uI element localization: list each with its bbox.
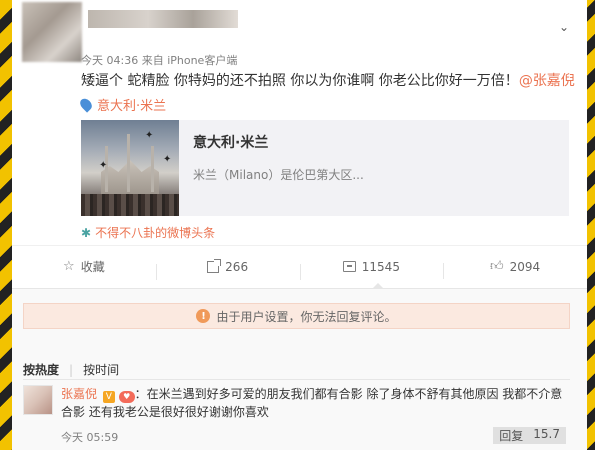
topic-icon: ✱ (81, 225, 92, 240)
post-text: 矮逼个 蛇精脸 你特妈的还不拍照 你以为你谁啊 你老公比你好一万倍！@张嘉倪 (81, 70, 575, 90)
source-label: 不得不八卦的微博头条 (95, 226, 216, 240)
chevron-down-icon[interactable]: ⌄ (559, 20, 569, 34)
milan-cathedral-thumbnail: ✦ ✦ ✦ (81, 120, 179, 216)
repost-count: 266 (225, 259, 249, 274)
action-bar: ☆ 收藏 266 11545 👍︎ 2094 (12, 245, 587, 287)
comment-actions: 回复 15.7 (493, 427, 566, 444)
repost-button[interactable]: 266 (155, 258, 300, 280)
vip-badge-icon: ♥ (118, 391, 135, 403)
comment-text: ：在米兰遇到好多可爱的朋友我们都有合影 除了身体不舒有其他原因 我都不介意合影 … (61, 387, 563, 419)
mention-link[interactable]: @张嘉倪 (519, 73, 575, 89)
favorite-label: 收藏 (80, 260, 105, 274)
source-link[interactable]: ✱ 不得不八卦的微博头条 (81, 224, 215, 241)
verified-badge-icon: V (102, 391, 115, 403)
weibo-post-card: ⌄ 今天 04:36 来自 iPhone客户端 矮逼个 蛇精脸 你特妈的还不拍照… (12, 0, 587, 450)
like-button[interactable]: 👍︎ 2094 (443, 259, 587, 279)
reply-restriction-notice: ! 由于用户设置，你无法回复评论。 (23, 303, 570, 329)
link-card-title: 意大利·米兰 (193, 135, 269, 151)
share-icon (207, 258, 222, 273)
location-pin-icon (77, 96, 95, 113)
favorite-button[interactable]: ☆ 收藏 (12, 258, 156, 275)
link-card-description: 米兰（Milano）是伦巴第大区... (193, 168, 364, 182)
reply-button[interactable]: 回复 (499, 427, 523, 444)
post-body: 矮逼个 蛇精脸 你特妈的还不拍照 你以为你谁啊 你老公比你好一万倍！ (81, 73, 519, 89)
link-card[interactable]: ✦ ✦ ✦ 意大利·米兰 米兰（Milano）是伦巴第大区... (81, 120, 569, 216)
commenter-name[interactable]: 张嘉倪 (61, 387, 97, 401)
comments-section: ! 由于用户设置，你无法回复评论。 按热度 | 按时间 张嘉倪 V ♥ ：在米兰遇… (12, 288, 587, 450)
sort-tabs: 按热度 | 按时间 (23, 361, 119, 378)
author-avatar[interactable] (22, 2, 82, 62)
thumbs-up-icon: 👍︎ (490, 259, 504, 274)
location-label: 意大利·米兰 (97, 99, 167, 114)
commenter-avatar[interactable] (23, 385, 53, 415)
star-icon: ☆ (63, 259, 75, 274)
comment-button[interactable]: 11545 (299, 259, 444, 280)
notice-text: 由于用户设置，你无法回复评论。 (216, 309, 397, 324)
comment-icon (342, 261, 356, 272)
info-icon: ! (196, 309, 211, 323)
comment-count: 11545 (361, 259, 400, 274)
comment-body: 张嘉倪 V ♥ ：在米兰遇到好多可爱的朋友我们都有合影 除了身体不舒有其他原因 我… (61, 385, 566, 421)
post: ⌄ 今天 04:36 来自 iPhone客户端 矮逼个 蛇精脸 你特妈的还不拍照… (12, 0, 587, 287)
comment-like-count[interactable]: 15.7 (533, 427, 560, 444)
tab-sort-hot[interactable]: 按热度 (23, 361, 59, 378)
location-link[interactable]: 意大利·米兰 (77, 95, 167, 114)
divider (23, 379, 570, 380)
like-count: 2094 (509, 259, 541, 274)
tab-divider: | (69, 362, 74, 377)
post-meta: 今天 04:36 来自 iPhone客户端 (81, 54, 238, 67)
tab-sort-time[interactable]: 按时间 (83, 361, 119, 378)
comment-time: 今天 05:59 (61, 431, 119, 444)
author-name-blurred[interactable] (88, 10, 238, 28)
